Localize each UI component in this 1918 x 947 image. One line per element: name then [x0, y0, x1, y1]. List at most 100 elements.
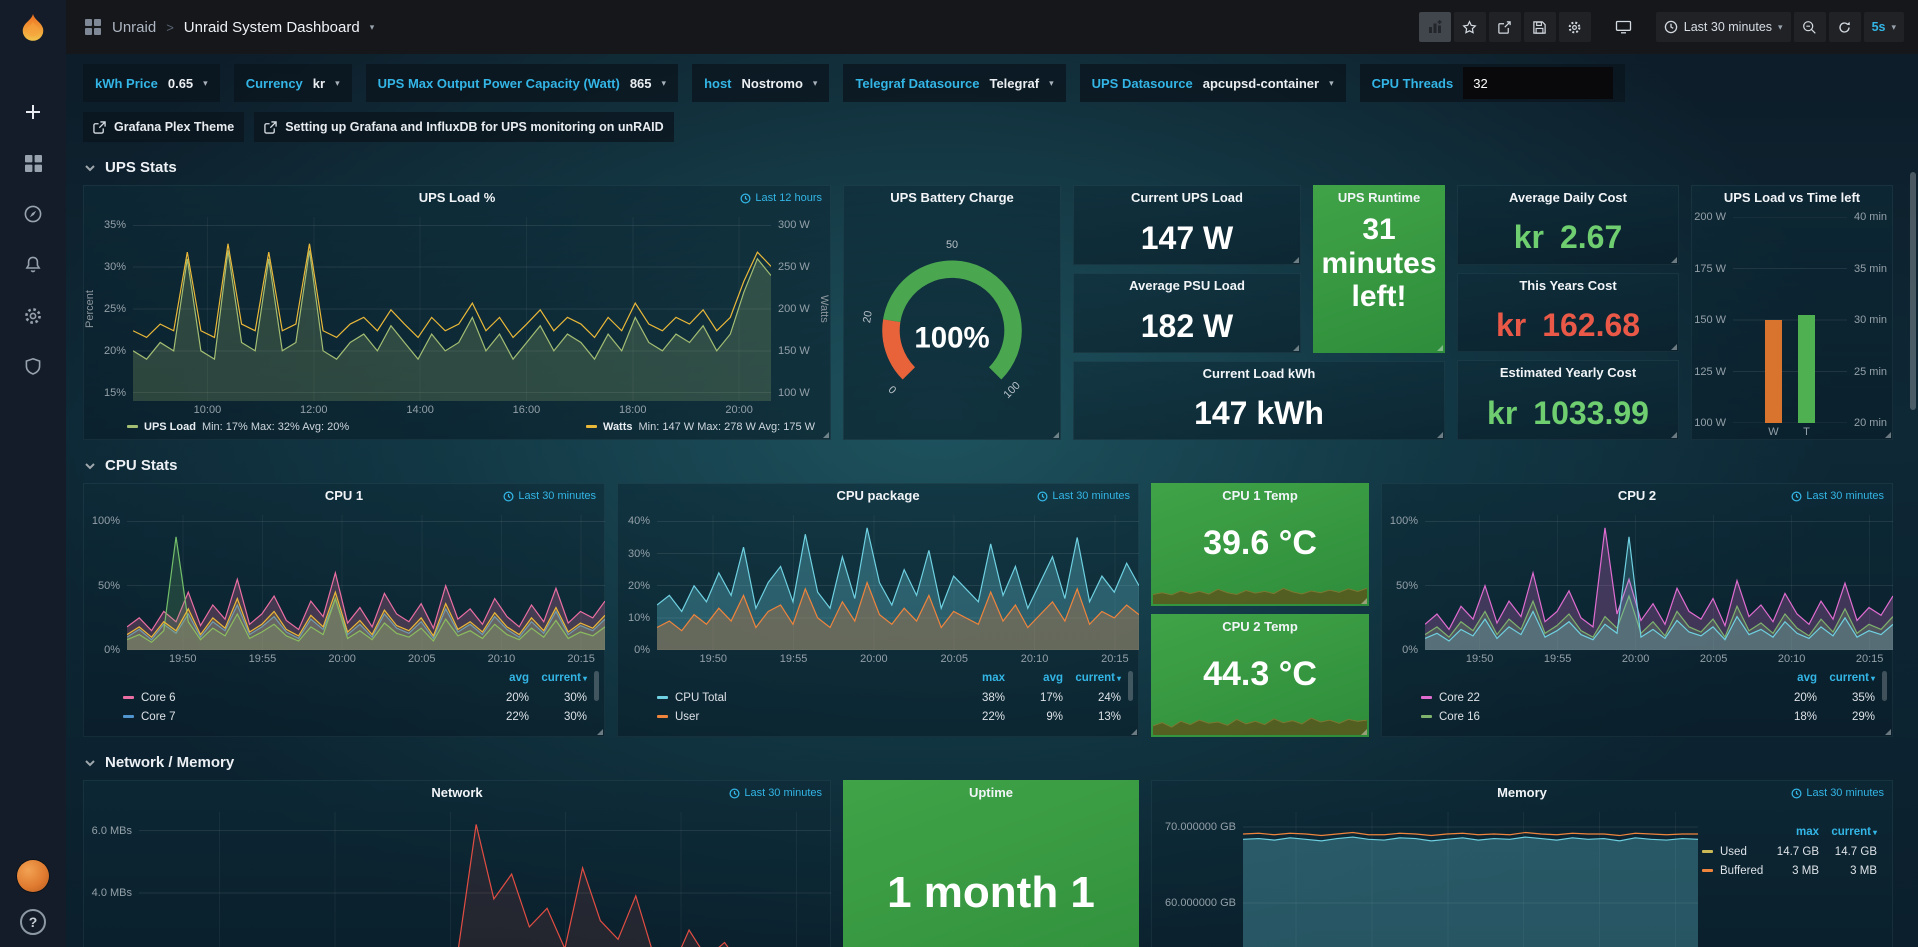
- panel-title[interactable]: UPS Load vs Time left: [1691, 185, 1893, 211]
- bell-icon: [23, 255, 43, 275]
- variable-cpu-threads[interactable]: CPU Threads: [1360, 64, 1626, 102]
- zoom-out-button[interactable]: [1794, 12, 1826, 42]
- panel-ups-load: UPS Load % Last 12 hours Percent35%30%25…: [83, 185, 831, 440]
- panel-title[interactable]: Memory: [1151, 780, 1893, 806]
- refresh-button[interactable]: [1829, 12, 1861, 42]
- legend-item[interactable]: Buffered3 MB3 MB: [1702, 861, 1877, 880]
- variable-value[interactable]: 0.65: [168, 76, 193, 91]
- dashboard-settings-button[interactable]: [1559, 12, 1591, 42]
- memory-chart[interactable]: 70.000000 GB60.000000 GB50.000000 GB19:5…: [1151, 806, 1698, 947]
- legend-column-max[interactable]: max: [1761, 826, 1819, 838]
- panel-title[interactable]: Estimated Yearly Cost: [1457, 360, 1679, 386]
- svg-text:0: 0: [886, 384, 899, 397]
- cpu1-chart[interactable]: 100%50%0%19:5019:5520:0020:0520:1020:15: [83, 509, 605, 667]
- time-range-picker[interactable]: Last 30 minutes ▾: [1656, 12, 1791, 42]
- battery-charge-gauge: 02050100100%: [843, 211, 1061, 440]
- legend-column-avg[interactable]: avg: [471, 672, 529, 684]
- sidebar-item-dashboards[interactable]: [22, 152, 44, 174]
- legend-item[interactable]: Core 2220%35%: [1421, 688, 1875, 707]
- chevron-down-icon[interactable]: ▾: [370, 22, 375, 33]
- save-dashboard-button[interactable]: [1524, 12, 1556, 42]
- panel-title[interactable]: CPU 1 Temp: [1151, 483, 1369, 509]
- panel-title[interactable]: Average PSU Load: [1073, 273, 1301, 299]
- sidebar-item-configuration[interactable]: [22, 305, 44, 327]
- legend-scrollbar[interactable]: [1882, 671, 1887, 701]
- variable-value[interactable]: 865: [630, 76, 652, 91]
- legend-item[interactable]: User22%9%13%: [657, 707, 1121, 726]
- variable-telegraf-datasource[interactable]: Telegraf DatasourceTelegraf▾: [843, 64, 1065, 102]
- row-header-ups-stats[interactable]: UPS Stats: [83, 159, 1902, 176]
- panel-title[interactable]: This Years Cost: [1457, 273, 1679, 299]
- cycle-view-mode-button[interactable]: [1607, 12, 1640, 42]
- legend-item[interactable]: UPS LoadMin: 17% Max: 32% Avg: 20%: [127, 421, 349, 433]
- legend-item[interactable]: Core 722%30%: [123, 707, 587, 726]
- panel-title[interactable]: UPS Battery Charge: [843, 185, 1061, 211]
- panel-title[interactable]: UPS Runtime: [1313, 185, 1445, 211]
- legend-scrollbar[interactable]: [1128, 671, 1133, 701]
- sidebar-bottom: ?: [17, 860, 49, 935]
- dashboard-link-grafana-plex-theme[interactable]: Grafana Plex Theme: [83, 112, 244, 142]
- series-color-marker: [1702, 850, 1713, 853]
- variable-value[interactable]: Nostromo: [742, 76, 803, 91]
- grafana-logo[interactable]: [16, 12, 50, 51]
- breadcrumb-separator: >: [166, 20, 174, 35]
- stat-value: kr1033.99: [1457, 386, 1679, 440]
- row-header-network-memory[interactable]: Network / Memory: [83, 754, 1902, 771]
- variable-value[interactable]: Telegraf: [989, 76, 1039, 91]
- variable-kwh-price[interactable]: kWh Price0.65▾: [83, 64, 220, 102]
- legend-column-max[interactable]: max: [947, 672, 1005, 684]
- legend-column-avg[interactable]: avg: [1005, 672, 1063, 684]
- share-dashboard-button[interactable]: [1489, 12, 1521, 42]
- legend-column-current[interactable]: current▾: [1063, 672, 1121, 684]
- variable-input-cpu-threads[interactable]: [1463, 67, 1613, 99]
- panel-current-load-kwh: Current Load kWh 147 kWh: [1073, 361, 1445, 440]
- legend-column-current[interactable]: current▾: [529, 672, 587, 684]
- star-dashboard-button[interactable]: [1454, 12, 1486, 42]
- link-label: Setting up Grafana and InfluxDB for UPS …: [285, 120, 663, 134]
- cpu2-chart[interactable]: 100%50%0%19:5019:5520:0020:0520:1020:15: [1381, 509, 1893, 667]
- legend-column-current[interactable]: current▾: [1819, 826, 1877, 838]
- page-scrollbar[interactable]: [1910, 172, 1916, 410]
- variable-value[interactable]: kr: [313, 76, 325, 91]
- dashboard-links-row: Grafana Plex Theme Setting up Grafana and…: [83, 112, 1902, 142]
- legend-column-current[interactable]: current▾: [1817, 672, 1875, 684]
- cpu-package-chart[interactable]: 40%30%20%10%0%19:5019:5520:0020:0520:102…: [617, 509, 1139, 667]
- apps-grid-icon[interactable]: [84, 18, 102, 36]
- legend-item[interactable]: Core 1618%29%: [1421, 707, 1875, 726]
- variable-ups-max-output[interactable]: UPS Max Output Power Capacity (Watt)865▾: [366, 64, 678, 102]
- ups-load-chart[interactable]: Percent35%30%25%20%15%300 W250 W200 W150…: [83, 211, 831, 418]
- panel-title[interactable]: CPU 2 Temp: [1151, 614, 1369, 640]
- breadcrumb-dashboard-title[interactable]: Unraid System Dashboard: [184, 19, 360, 36]
- row-header-cpu-stats[interactable]: CPU Stats: [83, 457, 1902, 474]
- panel-title[interactable]: Average Daily Cost: [1457, 185, 1679, 211]
- cpu1-temp-sparkline: [1153, 578, 1367, 604]
- legend-scrollbar[interactable]: [594, 671, 599, 701]
- help-button[interactable]: ?: [20, 909, 46, 935]
- variable-ups-datasource[interactable]: UPS Datasourceapcupsd-container▾: [1080, 64, 1346, 102]
- panel-title[interactable]: Current Load kWh: [1073, 361, 1445, 387]
- legend-column-avg[interactable]: avg: [1759, 672, 1817, 684]
- sidebar-item-alerting[interactable]: [22, 254, 44, 276]
- breadcrumb-app[interactable]: Unraid: [112, 19, 156, 36]
- sidebar-item-create[interactable]: [22, 101, 44, 123]
- network-chart[interactable]: 6.0 MBs4.0 MBs2.0 MBs19:5019:5520:0020:0…: [83, 806, 831, 947]
- variable-host[interactable]: hostNostromo▾: [692, 64, 829, 102]
- legend-item[interactable]: WattsMin: 147 W Max: 278 W Avg: 175 W: [586, 421, 815, 433]
- sidebar-item-server-admin[interactable]: [22, 356, 44, 378]
- variable-currency[interactable]: Currencykr▾: [234, 64, 352, 102]
- panel-title[interactable]: UPS Load %: [83, 185, 831, 211]
- legend-item[interactable]: CPU Total38%17%24%: [657, 688, 1121, 707]
- panel-title[interactable]: Uptime: [843, 780, 1139, 806]
- legend-item[interactable]: Used14.7 GB14.7 GB: [1702, 842, 1877, 861]
- add-panel-button[interactable]: [1419, 12, 1451, 42]
- sidebar-item-explore[interactable]: [22, 203, 44, 225]
- variable-value[interactable]: apcupsd-container: [1203, 76, 1319, 91]
- user-avatar[interactable]: [17, 860, 49, 892]
- dashboard-link-ups-monitoring-guide[interactable]: Setting up Grafana and InfluxDB for UPS …: [254, 112, 673, 142]
- ups-load-vs-time-chart[interactable]: 200 W175 W150 W125 W100 W40 min35 min30 …: [1691, 211, 1893, 440]
- tv-monitor-icon: [1615, 19, 1632, 35]
- legend-item[interactable]: Core 620%30%: [123, 688, 587, 707]
- panel-title[interactable]: Network: [83, 780, 831, 806]
- panel-title[interactable]: Current UPS Load: [1073, 185, 1301, 211]
- refresh-interval-picker[interactable]: 5s ▾: [1864, 12, 1904, 42]
